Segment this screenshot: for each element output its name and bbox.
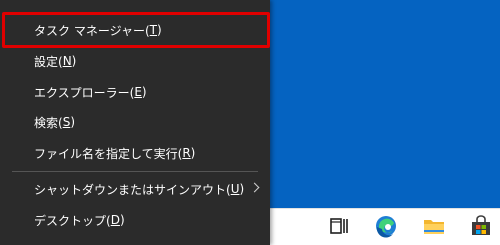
menu-item-label: 検索( — [34, 115, 63, 130]
menu-item-suffix: ) — [239, 182, 245, 196]
access-key: R — [182, 146, 191, 160]
access-key: T — [149, 23, 158, 37]
menu-item-label: 設定( — [34, 54, 63, 69]
menu-item-label: シャットダウンまたはサインアウト( — [34, 182, 231, 197]
task-view-icon[interactable] — [326, 213, 352, 239]
access-key: E — [134, 85, 142, 99]
menu-item-desktop[interactable]: デスクトップ(D) — [0, 202, 270, 238]
menu-item-suffix: ) — [190, 146, 196, 160]
menu-item-suffix: ) — [157, 23, 162, 37]
menu-item-suffix: ) — [70, 115, 75, 129]
menu-item-suffix: ) — [119, 213, 125, 227]
context-menu: タスク マネージャー(T) 設定(N) エクスプローラー(E) 検索(S) ファ… — [0, 0, 270, 245]
access-key: U — [230, 182, 240, 196]
desktop-background: タスク マネージャー(T) 設定(N) エクスプローラー(E) 検索(S) ファ… — [0, 0, 500, 245]
edge-icon[interactable] — [373, 213, 399, 239]
microsoft-store-icon[interactable] — [468, 213, 494, 239]
menu-item-label: タスク マネージャー( — [34, 23, 150, 38]
menu-item-label: デスクトップ( — [34, 213, 111, 228]
menu-item-label: ファイル名を指定して実行( — [34, 146, 183, 161]
menu-item-suffix: ) — [141, 85, 147, 99]
menu-item-suffix: ) — [71, 54, 77, 68]
file-explorer-icon[interactable] — [421, 213, 447, 239]
chevron-right-icon — [249, 182, 260, 193]
menu-item-run[interactable]: ファイル名を指定して実行(R) — [0, 135, 270, 171]
access-key: N — [62, 54, 72, 68]
access-key: S — [62, 115, 71, 129]
access-key: D — [110, 213, 120, 227]
menu-item-label: エクスプローラー( — [34, 85, 135, 100]
